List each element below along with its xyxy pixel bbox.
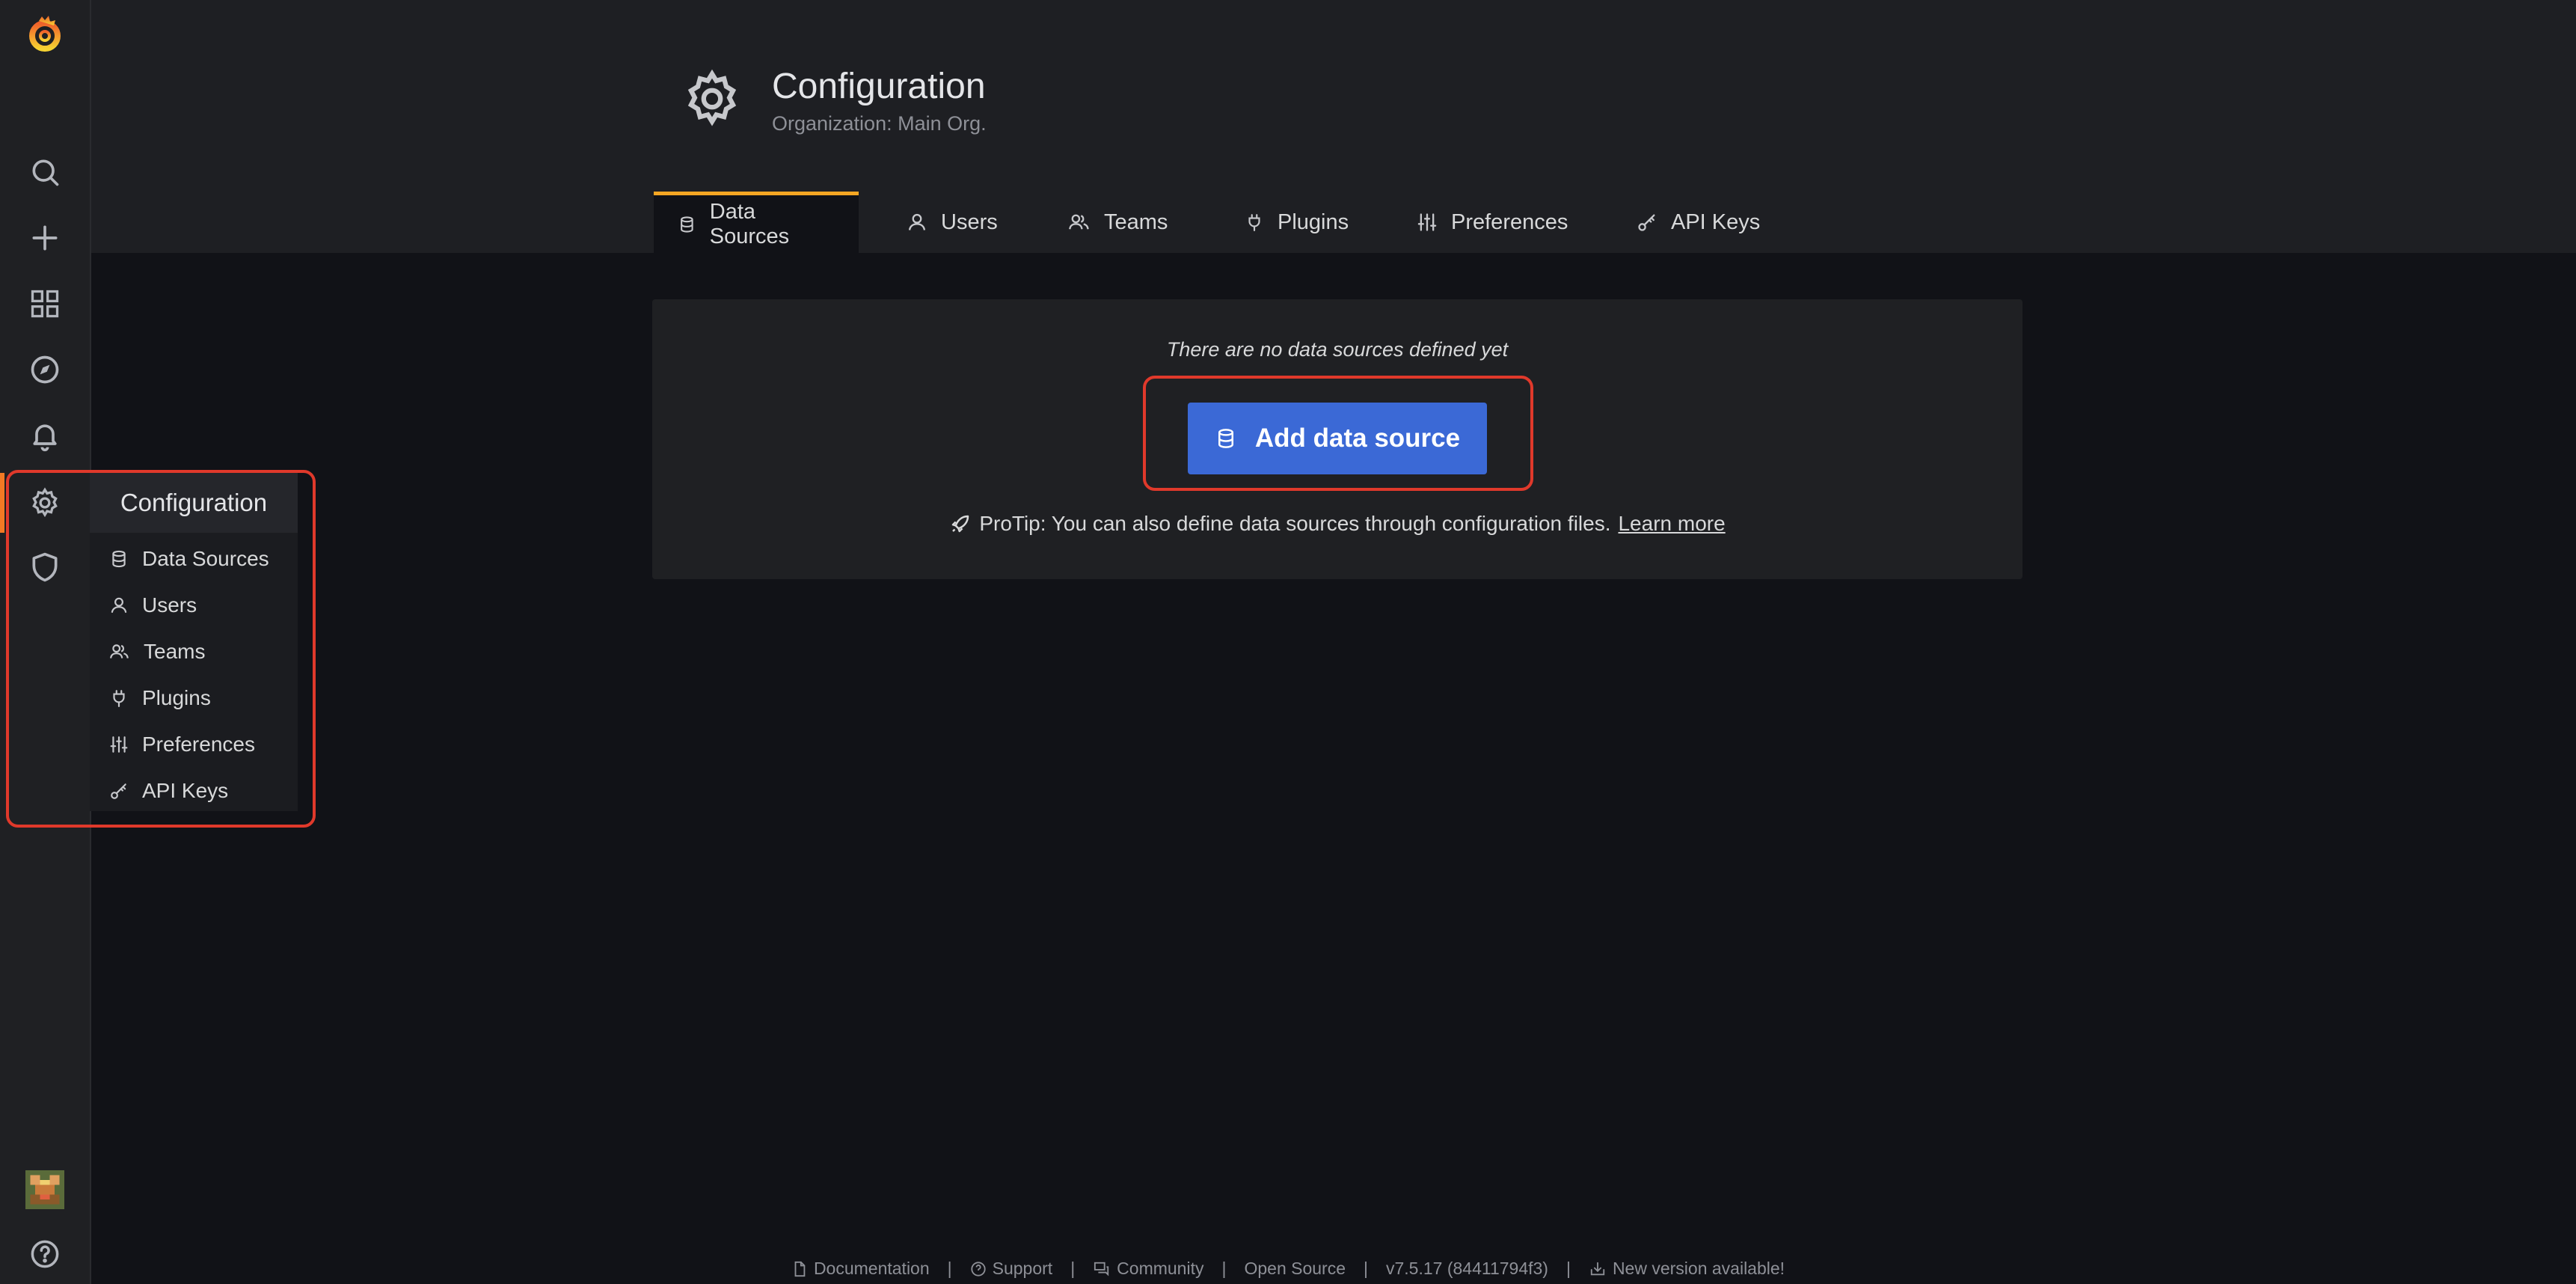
tab-teams[interactable]: Teams [1044, 192, 1192, 253]
search-icon[interactable] [0, 142, 90, 202]
footer-open-source-link[interactable]: Open Source [1244, 1259, 1346, 1279]
question-circle-icon [971, 1261, 986, 1277]
menu-item-api-keys[interactable]: API Keys [90, 768, 298, 814]
users-icon [1069, 214, 1089, 230]
menu-item-preferences[interactable]: Preferences [90, 721, 298, 768]
comments-icon [1094, 1262, 1109, 1277]
rocket-icon [952, 515, 969, 533]
footer-new-version-label: New version available! [1612, 1259, 1785, 1278]
flyout-menu-title[interactable]: Configuration [90, 473, 298, 533]
plug-icon [1248, 214, 1260, 231]
user-icon [111, 597, 127, 613]
sliders-icon [1417, 213, 1437, 231]
plug-icon [113, 690, 125, 707]
footer-separator: | [947, 1259, 952, 1278]
footer-separator: | [1565, 1259, 1571, 1278]
footer-documentation-link[interactable]: Documentation [791, 1259, 930, 1279]
key-icon [1638, 214, 1655, 231]
tab-preferences[interactable]: Preferences [1393, 192, 1592, 253]
key-icon [111, 783, 126, 799]
protip-text: ProTip: You can also define data sources… [979, 512, 1611, 535]
tab-label: API Keys [1671, 210, 1761, 234]
user-avatar[interactable] [0, 1160, 90, 1220]
menu-item-plugins[interactable]: Plugins [90, 675, 298, 721]
page-subtitle: Organization: Main Org. [772, 112, 987, 135]
footer-separator: | [1070, 1259, 1076, 1278]
menu-item-data-sources[interactable]: Data Sources [90, 536, 298, 582]
menu-item-users[interactable]: Users [90, 582, 298, 629]
footer-separator: | [1364, 1259, 1368, 1278]
footer-support-label: Support [992, 1259, 1053, 1278]
footer-community-label: Community [1117, 1259, 1204, 1278]
grafana-logo-icon[interactable] [0, 4, 90, 64]
dashboards-icon[interactable] [0, 274, 90, 334]
menu-item-label: Data Sources [142, 547, 269, 570]
footer-support-link[interactable]: Support [970, 1259, 1053, 1279]
sliders-icon [110, 736, 128, 753]
footer-documentation-label: Documentation [813, 1259, 930, 1278]
protip: ProTip: You can also define data sources… [652, 512, 2023, 536]
footer-version-label: v7.5.17 (84411794f3) [1385, 1259, 1548, 1278]
footer-new-version-link[interactable]: New version available! [1589, 1259, 1785, 1279]
tab-label: Teams [1104, 210, 1168, 234]
add-data-source-label: Add data source [1254, 424, 1461, 453]
learn-more-link[interactable]: Learn more [1618, 512, 1725, 536]
tab-api-keys[interactable]: API Keys [1613, 192, 1784, 253]
page-title: Configuration [772, 67, 986, 106]
plus-icon[interactable] [0, 208, 90, 268]
tab-data-sources[interactable]: Data Sources [654, 192, 859, 253]
menu-item-teams[interactable]: Teams [90, 629, 298, 675]
footer-open-source-label: Open Source [1244, 1259, 1346, 1278]
explore-compass-icon[interactable] [0, 340, 90, 400]
empty-state-message: There are no data sources defined yet [1166, 338, 1509, 361]
tab-label: Preferences [1451, 210, 1568, 234]
tab-label: Plugins [1278, 210, 1349, 234]
menu-item-label: Plugins [142, 686, 211, 709]
tab-plugins[interactable]: Plugins [1221, 192, 1373, 253]
footer-separator: | [1221, 1259, 1227, 1278]
tab-label: Users [941, 210, 998, 234]
add-data-source-button[interactable]: Add data source [1188, 403, 1487, 474]
alerting-bell-icon[interactable] [0, 406, 90, 465]
document-icon [794, 1261, 806, 1277]
tab-users[interactable]: Users [883, 192, 1022, 253]
database-icon [1218, 429, 1233, 448]
footer-community-link[interactable]: Community [1093, 1259, 1203, 1279]
download-icon [1590, 1262, 1605, 1275]
database-icon [112, 550, 126, 568]
menu-item-label: Preferences [142, 733, 255, 756]
tab-label: Data Sources [709, 199, 790, 248]
menu-item-label: Users [142, 593, 197, 617]
menu-item-label: API Keys [142, 779, 229, 802]
configuration-gear-icon [681, 67, 743, 130]
footer: Documentation | Support | Community | Op… [0, 1259, 2576, 1279]
database-icon [681, 215, 693, 233]
footer-version: v7.5.17 (84411794f3) [1386, 1259, 1548, 1279]
user-icon [908, 213, 926, 230]
menu-item-label: Teams [144, 640, 206, 663]
users-icon [110, 644, 129, 658]
